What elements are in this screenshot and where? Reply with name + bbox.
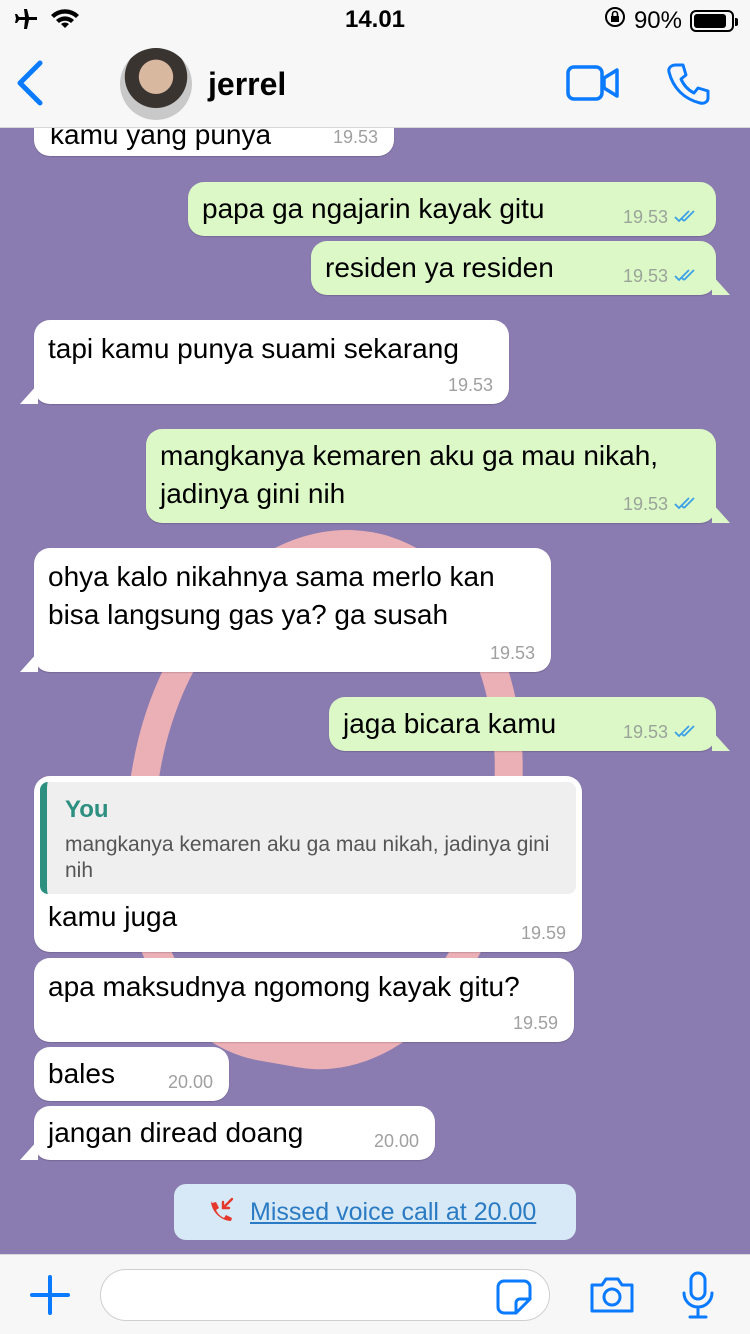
quoted-author: You <box>65 796 109 823</box>
video-call-icon[interactable] <box>566 64 620 107</box>
contact-avatar[interactable] <box>120 48 192 120</box>
message-incoming[interactable]: bales 20.00 <box>34 1047 229 1101</box>
microphone-icon[interactable] <box>680 1271 716 1324</box>
missed-call-notice[interactable]: Missed voice call at 20.00 <box>174 1184 576 1240</box>
missed-call-icon <box>208 1197 234 1228</box>
message-outgoing[interactable]: residen ya residen 19.53 <box>311 241 730 295</box>
message-incoming[interactable]: ohya kalo nikahnya sama merlo kan bisa l… <box>20 548 551 672</box>
chat-header: jerrel <box>0 40 750 128</box>
input-bar <box>0 1254 750 1334</box>
message-time: 19.53 <box>622 722 668 742</box>
message-time: 19.59 <box>512 1013 558 1033</box>
message-incoming[interactable]: kamu yang punya 19.53 <box>34 128 394 156</box>
message-time: 19.59 <box>520 923 566 943</box>
camera-icon[interactable] <box>588 1275 636 1320</box>
read-receipt-icon <box>674 494 700 515</box>
message-outgoing[interactable]: jaga bicara kamu 19.53 <box>329 697 730 751</box>
message-incoming-reply[interactable]: You mangkanya kemaren aku ga mau nikah, … <box>34 776 582 952</box>
message-time: 20.00 <box>373 1131 419 1151</box>
quoted-message[interactable]: You mangkanya kemaren aku ga mau nikah, … <box>40 782 576 894</box>
message-input[interactable] <box>100 1269 550 1321</box>
message-time: 19.53 <box>622 266 668 286</box>
message-time: 19.53 <box>622 207 668 227</box>
plus-icon[interactable] <box>28 1273 72 1322</box>
voice-call-icon[interactable] <box>666 62 710 111</box>
status-bar: 14.01 90% <box>0 0 750 40</box>
chat-area[interactable]: kamu yang punya 19.53 papa ga ngajarin k… <box>0 128 750 1254</box>
message-time: 19.53 <box>447 375 493 395</box>
battery-icon <box>690 9 738 32</box>
message-time: 19.53 <box>622 494 668 514</box>
message-incoming[interactable]: tapi kamu punya suami sekarang 19.53 <box>20 320 509 404</box>
message-incoming[interactable]: jangan diread doang 20.00 <box>20 1106 435 1160</box>
message-outgoing[interactable]: mangkanya kemaren aku ga mau nikah, jadi… <box>146 429 730 523</box>
message-incoming[interactable]: apa maksudnya ngomong kayak gitu? 19.59 <box>34 958 574 1042</box>
message-time: 20.00 <box>167 1072 213 1092</box>
message-time: 19.53 <box>332 128 378 147</box>
quoted-text: mangkanya kemaren aku ga mau nikah, jadi… <box>65 833 550 882</box>
rotation-lock-icon <box>604 6 626 35</box>
read-receipt-icon <box>674 266 700 287</box>
message-outgoing[interactable]: papa ga ngajarin kayak gitu 19.53 <box>188 182 716 236</box>
battery-percent: 90% <box>633 6 682 34</box>
message-time: 19.53 <box>489 643 535 663</box>
contact-name[interactable]: jerrel <box>208 66 286 103</box>
read-receipt-icon <box>674 207 700 228</box>
read-receipt-icon <box>674 722 700 743</box>
sticker-icon[interactable] <box>496 1279 532 1320</box>
back-chevron-icon[interactable] <box>14 60 46 111</box>
missed-call-link[interactable]: Missed voice call at 20.00 <box>250 1198 536 1227</box>
